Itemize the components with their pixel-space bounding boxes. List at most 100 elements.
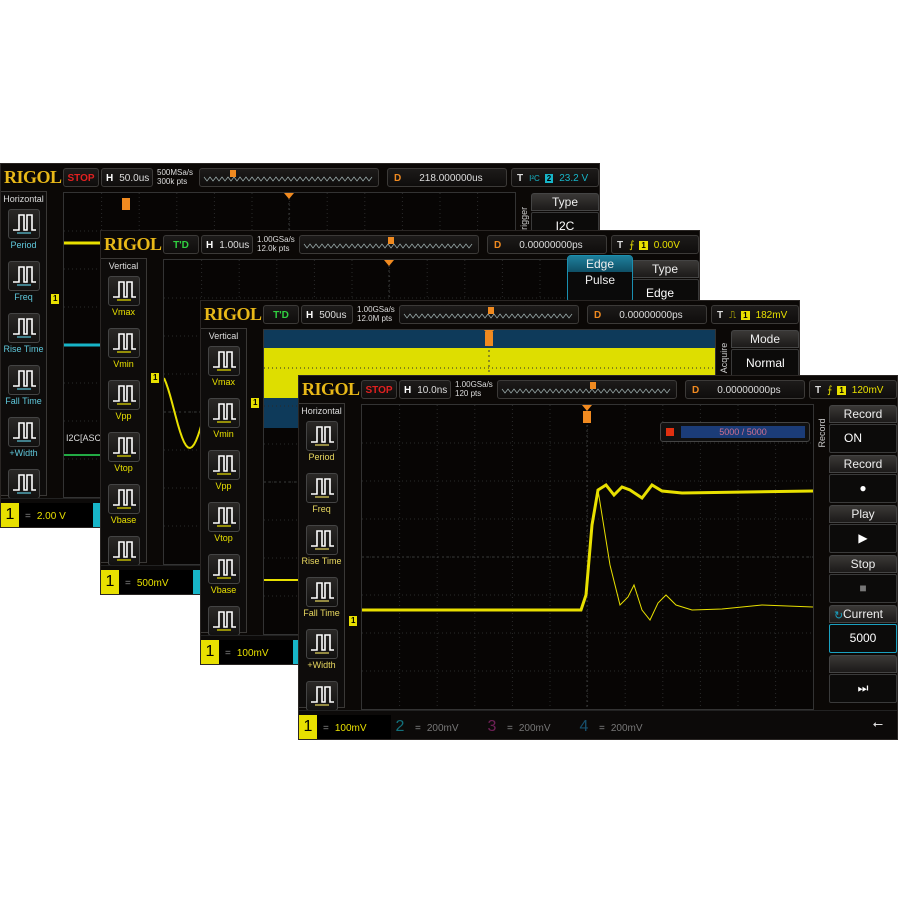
measure-button-vmax[interactable]: Vmax: [201, 346, 246, 396]
timeline-wave: [403, 313, 573, 319]
softkey-current[interactable]: Current 5000 ↻: [829, 605, 897, 654]
waveform-timeline[interactable]: [399, 305, 579, 324]
waveform-display[interactable]: 5000 / 5000: [361, 404, 814, 710]
measure-button-vpp[interactable]: Vpp: [201, 450, 246, 500]
dropdown-option-edge[interactable]: Edge: [568, 256, 632, 272]
horizontal-scale-box[interactable]: H 1.00us: [201, 235, 253, 254]
vtop-measure-icon: [207, 502, 240, 532]
delay-box[interactable]: D 218.000000us: [387, 168, 507, 187]
measure-button-label: Vtop: [214, 533, 233, 543]
softkey-value[interactable]: ⏭: [829, 674, 897, 703]
channel-4-tab[interactable]: 4 = 200mV: [575, 715, 667, 739]
channel-scale: 2.00 V: [36, 511, 66, 522]
rise-time-measure-icon: [305, 525, 338, 555]
trigger-type-dropdown[interactable]: Edge Pulse: [567, 255, 633, 303]
measure-button--width[interactable]: +Width: [299, 629, 344, 679]
run-stop-status-button[interactable]: STOP: [361, 380, 397, 399]
measure-button-vbase[interactable]: Vbase: [201, 554, 246, 604]
horizontal-scale-box[interactable]: H 10.0ns: [399, 380, 451, 399]
waveform-timeline[interactable]: [497, 380, 677, 399]
ch1-offset-marker[interactable]: 1: [51, 294, 60, 304]
measure-button-fall-time[interactable]: Fall Time: [299, 577, 344, 627]
measure-button-vmin[interactable]: Vmin: [101, 328, 146, 378]
measure-panel: VerticalVmaxVminVppVtopVbaseVamp: [201, 328, 247, 647]
waveform-timeline[interactable]: [299, 235, 479, 254]
channel-number: 1: [105, 573, 115, 590]
vbase-measure-icon: [207, 554, 240, 584]
delay-box[interactable]: D 0.00000000ps: [685, 380, 805, 399]
channel-1-tab[interactable]: 1 = 500mV: [101, 570, 193, 594]
channel-1-tab[interactable]: 1 = 100mV: [201, 640, 293, 664]
measure-button-vmin[interactable]: Vmin: [201, 398, 246, 448]
measure-button-vbase[interactable]: Vbase: [101, 484, 146, 534]
softkey-stop[interactable]: Stop ■: [829, 555, 897, 604]
dropdown-option-pulse[interactable]: Pulse: [568, 272, 632, 288]
softkey-value[interactable]: 5000: [829, 624, 897, 653]
rise-time-measure-icon: [7, 313, 40, 343]
softkey-play[interactable]: Play ▶: [829, 505, 897, 554]
channel-3-tab[interactable]: 3 = 200mV: [483, 715, 575, 739]
trigger-type-icon: I²C: [529, 174, 540, 183]
delay-box[interactable]: D 0.00000000ps: [487, 235, 607, 254]
trigger-channel-badge: 1: [741, 311, 750, 320]
softkey-title: Mode: [731, 330, 799, 348]
measure-button-period[interactable]: Period: [299, 421, 344, 471]
memory-depth: 12.0k pts: [257, 244, 290, 253]
softkey-title: [829, 655, 897, 673]
softkey-record[interactable]: Record ●: [829, 455, 897, 504]
measure-panel-title: Horizontal: [301, 406, 342, 416]
measure-button-rise-time[interactable]: Rise Time: [1, 313, 46, 363]
measure-button-freq[interactable]: Freq: [299, 473, 344, 523]
softkey-value[interactable]: ON: [829, 424, 897, 453]
trigger-box[interactable]: T ⎍ 1 182mV: [711, 305, 799, 324]
channel-2-tab[interactable]: 2 = 200mV: [391, 715, 483, 739]
softkey-title: Record: [829, 455, 897, 473]
channel-1-tab[interactable]: 1 = 100mV: [299, 715, 391, 739]
usb-icon: ⭠: [872, 716, 883, 731]
softkey-value[interactable]: ●: [829, 474, 897, 503]
record-progress-bar: 5000 / 5000: [660, 422, 810, 442]
measure-button-vtop[interactable]: Vtop: [101, 432, 146, 482]
measure-button--width[interactable]: +Width: [1, 417, 46, 467]
timeline-wave: [501, 388, 671, 394]
delay-value: 0.00000000ps: [519, 240, 583, 251]
softkey-record[interactable]: Record ON: [829, 405, 897, 454]
trigger-type-icon: ⎍: [729, 310, 737, 321]
vmax-measure-icon: [207, 346, 240, 376]
horizontal-scale-box[interactable]: H 50.0us: [101, 168, 153, 187]
ch1-offset-marker[interactable]: 1: [251, 398, 260, 408]
run-stop-status-button[interactable]: T'D: [263, 305, 299, 324]
softkey-mode[interactable]: Mode Normal: [731, 330, 799, 379]
measure-button-rise-time[interactable]: Rise Time: [299, 525, 344, 575]
-width-measure-icon: [305, 629, 338, 659]
delay-value: 0.00000000ps: [619, 310, 683, 321]
ch1-offset-marker[interactable]: 1: [151, 373, 160, 383]
vamp-measure-icon: [207, 606, 240, 636]
measure-button-freq[interactable]: Freq: [1, 261, 46, 311]
delay-box[interactable]: D 0.00000000ps: [587, 305, 707, 324]
trigger-box[interactable]: T I²C 2 23.2 V: [511, 168, 599, 187]
run-stop-status-button[interactable]: STOP: [63, 168, 99, 187]
measure-button-vtop[interactable]: Vtop: [201, 502, 246, 552]
run-stop-status-button[interactable]: T'D: [163, 235, 199, 254]
softkey-next[interactable]: ⏭: [829, 655, 897, 704]
waveform-timeline[interactable]: [199, 168, 379, 187]
softkey-value[interactable]: ■: [829, 574, 897, 603]
measure-button-vmax[interactable]: Vmax: [101, 276, 146, 326]
ch1-offset-marker[interactable]: 1: [349, 616, 358, 626]
measure-button-vpp[interactable]: Vpp: [101, 380, 146, 430]
channel-scale: 100mV: [236, 648, 269, 659]
channel-1-tab[interactable]: 1 = 2.00 V: [1, 503, 93, 527]
record-progress-text: 5000 / 5000: [681, 426, 805, 438]
measure-button-period[interactable]: Period: [1, 209, 46, 259]
measure-button-label: Freq: [14, 292, 33, 302]
measure-panel-title: Horizontal: [3, 194, 44, 204]
softkey-value[interactable]: Normal: [731, 349, 799, 378]
timeline-trigger-marker: [230, 170, 236, 177]
softkey-value[interactable]: ▶: [829, 524, 897, 553]
trigger-box[interactable]: T ⨍ 1 120mV: [809, 380, 897, 399]
trigger-label: T: [815, 385, 822, 396]
horizontal-scale-box[interactable]: H 500us: [301, 305, 353, 324]
measure-button-fall-time[interactable]: Fall Time: [1, 365, 46, 415]
trigger-box[interactable]: T ⨍ 1 0.00V: [611, 235, 699, 254]
